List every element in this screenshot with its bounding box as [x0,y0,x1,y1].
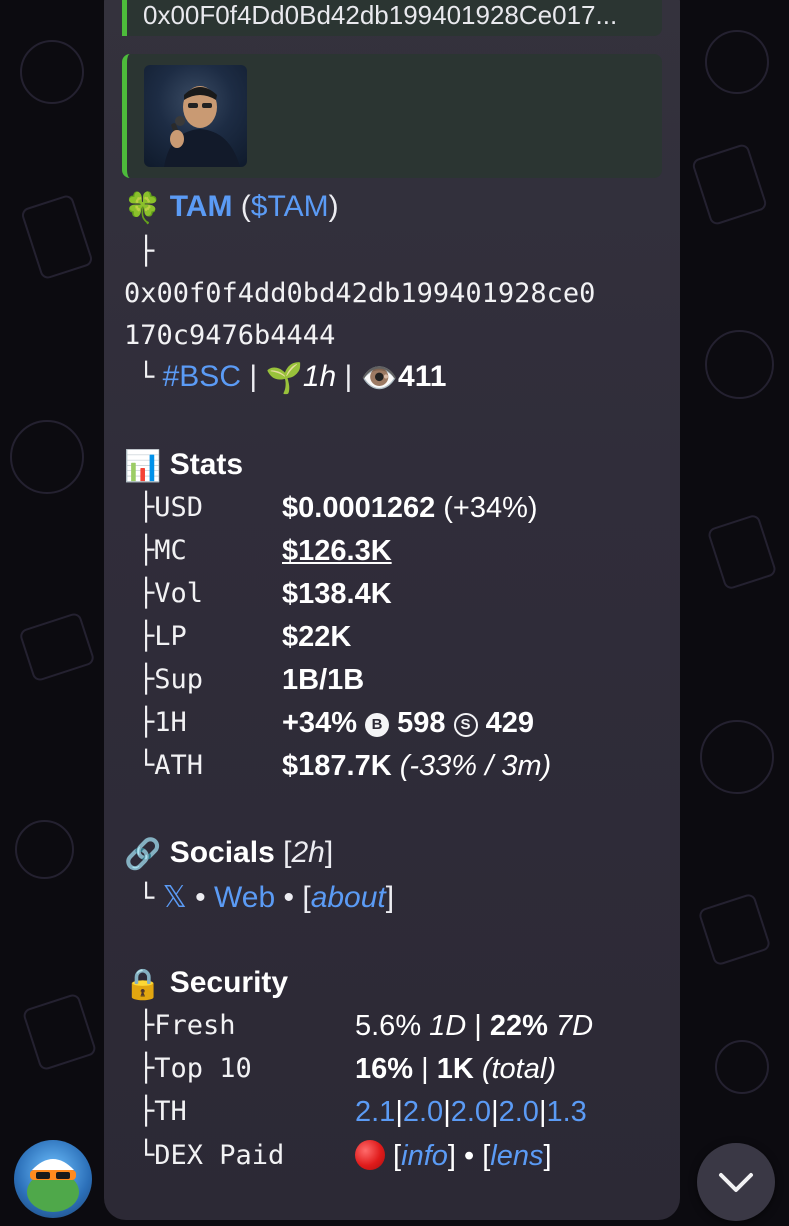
dex-value: [info] • [lens] [355,1140,552,1173]
th-link-4[interactable]: 2.0 [499,1096,539,1128]
clover-icon: 🍀 [124,191,162,225]
stats-value: 1B/1B [282,664,365,696]
buys-count: 598 [397,707,446,739]
contract-address-line2[interactable]: 170c9476b4444 [124,320,335,351]
ticker-open: ( [232,190,251,223]
dot-separator: • [283,881,294,914]
th-link-3[interactable]: 2.0 [451,1096,491,1128]
token-meta: └ #BSC | 🌱1h | 👁️411 [138,360,446,396]
view-count: 411 [398,360,447,393]
sells-count: 429 [485,707,535,739]
token-header: 🍀 TAM ($TAM) [124,190,339,226]
bar-chart-icon: 📊 [124,449,162,483]
th-link-2[interactable]: 2.0 [403,1096,443,1128]
socials-heading: 🔗 Socials [2h] [124,836,334,871]
stats-key: ├Sup [138,664,204,695]
th-values: 2.1|2.0|2.0|2.0|1.3 [355,1096,587,1128]
quoted-address-block[interactable]: 0x00F0f4Dd0Bd42db199401928Ce017... [122,0,662,36]
dot-separator: • [195,881,206,914]
stats-key: ├MC [138,535,187,566]
th-link-5[interactable]: 1.3 [547,1096,587,1128]
stats-key: ├Vol [138,578,204,609]
x-link[interactable]: 𝕏 [163,881,187,914]
chain-hashtag[interactable]: #BSC [163,360,241,393]
separator: | [249,360,258,393]
chevron-down-icon [719,1173,753,1192]
sender-avatar[interactable] [14,1140,92,1218]
lock-icon: 🔒 [124,967,162,1001]
contract-address-line1[interactable]: 0x00f0f4dd0bd42db199401928ce0 [124,278,595,309]
eye-icon: 👁️ [360,361,399,395]
market-cap-link[interactable]: $126.3K [282,535,392,568]
socials-age: 2h [291,836,325,869]
top10-value: 16% | 1K (total) [355,1053,556,1085]
security-title: Security [169,966,289,999]
link-preview[interactable] [122,54,662,178]
socials-links: └ 𝕏 • Web • [about] [138,881,395,914]
th-link-1[interactable]: 2.1 [355,1096,395,1128]
separator: | [344,360,353,393]
lens-link[interactable]: lens [490,1140,543,1172]
token-name-link[interactable]: TAM [170,190,233,223]
stats-title: Stats [169,448,244,481]
web-link[interactable]: Web [214,881,275,914]
meta-branch: └ [138,362,155,393]
stats-key: └ATH [138,750,204,781]
stats-value: $138.4K [282,578,392,610]
scroll-down-button[interactable] [697,1143,775,1221]
quoted-address-text: 0x00F0f4Dd0Bd42db199401928Ce017... [143,0,618,30]
red-circle-icon [355,1140,385,1170]
ticker-close: ) [328,190,339,223]
sells-icon: S [453,713,478,737]
stats-key: ├1H [138,707,187,738]
contract-branch: ├ [138,236,155,267]
security-heading: 🔒 Security [124,966,288,1002]
preview-photo[interactable] [144,65,247,167]
socials-title: Socials [169,836,275,869]
info-link[interactable]: info [401,1140,448,1172]
token-ticker-link[interactable]: $TAM [251,190,329,223]
link-icon: 🔗 [124,837,162,871]
buys-icon: B [365,713,390,737]
fresh-value: 5.6% 1D | 22% 7D [355,1010,594,1042]
stats-key: ├LP [138,621,187,652]
stats-value: $0.0001262 (+34%) [282,492,538,524]
about-link[interactable]: about [311,881,386,914]
stats-key: ├USD [138,492,204,523]
token-age: 1h [302,360,337,393]
stats-heading: 📊 Stats [124,448,243,484]
stats-value: $22K [282,621,352,653]
stats-value: +34% B 598 S 429 [282,707,535,739]
stats-value: $187.7K (-33% / 3m) [282,750,552,782]
seedling-icon: 🌱 [265,361,303,395]
socials-branch: └ [138,883,155,914]
